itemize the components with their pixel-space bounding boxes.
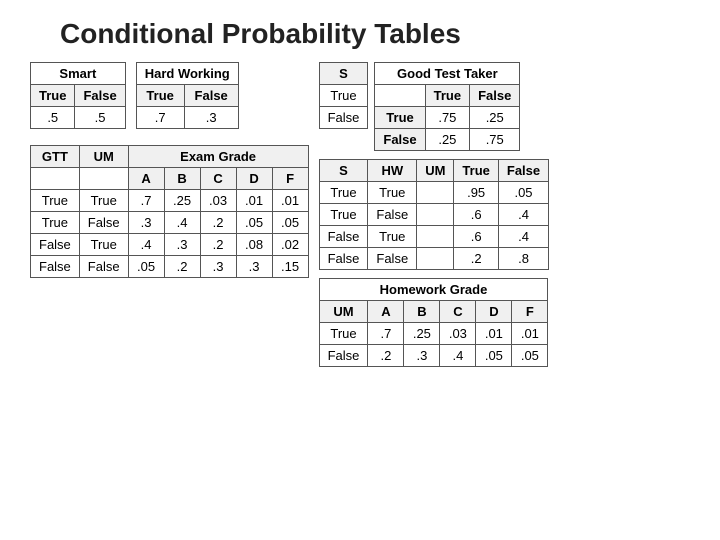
- hg-um: UM: [319, 301, 368, 323]
- table-row: False .2 .3 .4 .05 .05: [319, 345, 548, 367]
- overlap-table-wrapper: S HW UM True False True True .95 .05 Tru…: [319, 159, 550, 270]
- gtt-row-true: True: [375, 107, 425, 129]
- col-um: UM: [79, 146, 128, 168]
- col-gtt: GTT: [31, 146, 80, 168]
- gtt-um-table-wrapper: GTT UM Exam Grade A B C D F True True .7: [30, 145, 309, 278]
- col-d: D: [236, 168, 272, 190]
- table-row: True False .3 .4 .2 .05 .05: [31, 212, 309, 234]
- overlap-um-header: UM: [417, 160, 454, 182]
- s-false: False: [319, 107, 368, 129]
- homework-grade-wrapper: Homework Grade UM A B C D F True .7 .25 …: [319, 278, 550, 367]
- table-row: False False .05 .2 .3 .3 .15: [31, 256, 309, 278]
- right-top: S True False Good Test Taker True False: [319, 62, 550, 151]
- col-b: B: [164, 168, 200, 190]
- page-title: Conditional Probability Tables: [0, 0, 720, 62]
- homework-grade-label: Homework Grade: [319, 279, 548, 301]
- table-row: False True .6 .4: [319, 226, 549, 248]
- smart-label: Smart: [31, 63, 126, 85]
- s-header: S: [319, 63, 368, 85]
- hw-true-header: True: [136, 85, 184, 107]
- smart-false-val: .5: [75, 107, 125, 129]
- hard-working-table-wrapper: Hard Working True False .7 .3: [136, 62, 239, 129]
- col-c: C: [200, 168, 236, 190]
- gtt-row-false: False: [375, 129, 425, 151]
- smart-true-header: True: [31, 85, 75, 107]
- col-f: F: [272, 168, 308, 190]
- hg-b: B: [404, 301, 440, 323]
- s-column-table: S True False: [319, 62, 369, 129]
- table-row: True True .95 .05: [319, 182, 549, 204]
- col-exam-grade: Exam Grade: [128, 146, 308, 168]
- col-a: A: [128, 168, 164, 190]
- overlap-table: S HW UM True False True True .95 .05 Tru…: [319, 159, 550, 270]
- table-row: False False .2 .8: [319, 248, 549, 270]
- overlap-hw-header: HW: [368, 160, 417, 182]
- smart-true-val: .5: [31, 107, 75, 129]
- hw-false-header: False: [184, 85, 238, 107]
- smart-table-wrapper: Smart True False .5 .5: [30, 62, 126, 129]
- overlap-s-header: S: [319, 160, 368, 182]
- hg-c: C: [440, 301, 476, 323]
- overlap-false-header: False: [498, 160, 548, 182]
- hw-true-val: .7: [136, 107, 184, 129]
- hg-d: D: [476, 301, 512, 323]
- left-section: Smart True False .5 .5 Hard Workin: [30, 62, 309, 367]
- top-tables: Smart True False .5 .5 Hard Workin: [30, 62, 309, 129]
- right-section: S True False Good Test Taker True False: [319, 62, 550, 367]
- gtt-label: Good Test Taker: [375, 63, 520, 85]
- overlap-true-header: True: [454, 160, 498, 182]
- gtt-um-table: GTT UM Exam Grade A B C D F True True .7: [30, 145, 309, 278]
- hw-false-val: .3: [184, 107, 238, 129]
- gtt-false-header: False: [470, 85, 520, 107]
- hard-working-table: Hard Working True False .7 .3: [136, 62, 239, 129]
- table-row: True .75 .25: [375, 107, 520, 129]
- hg-f: F: [512, 301, 548, 323]
- good-test-taker-table: Good Test Taker True False True .75 .25 …: [374, 62, 520, 151]
- table-row: False True .4 .3 .2 .08 .02: [31, 234, 309, 256]
- table-row: False .25 .75: [375, 129, 520, 151]
- table-row: True False .6 .4: [319, 204, 549, 226]
- s-true: True: [319, 85, 368, 107]
- smart-table: Smart True False .5 .5: [30, 62, 126, 129]
- homework-grade-table: Homework Grade UM A B C D F True .7 .25 …: [319, 278, 549, 367]
- hard-working-label: Hard Working: [136, 63, 238, 85]
- smart-false-header: False: [75, 85, 125, 107]
- gtt-true-header: True: [425, 85, 469, 107]
- table-row: True .7 .25 .03 .01 .01: [319, 323, 548, 345]
- table-row: True True .7 .25 .03 .01 .01: [31, 190, 309, 212]
- hg-a: A: [368, 301, 404, 323]
